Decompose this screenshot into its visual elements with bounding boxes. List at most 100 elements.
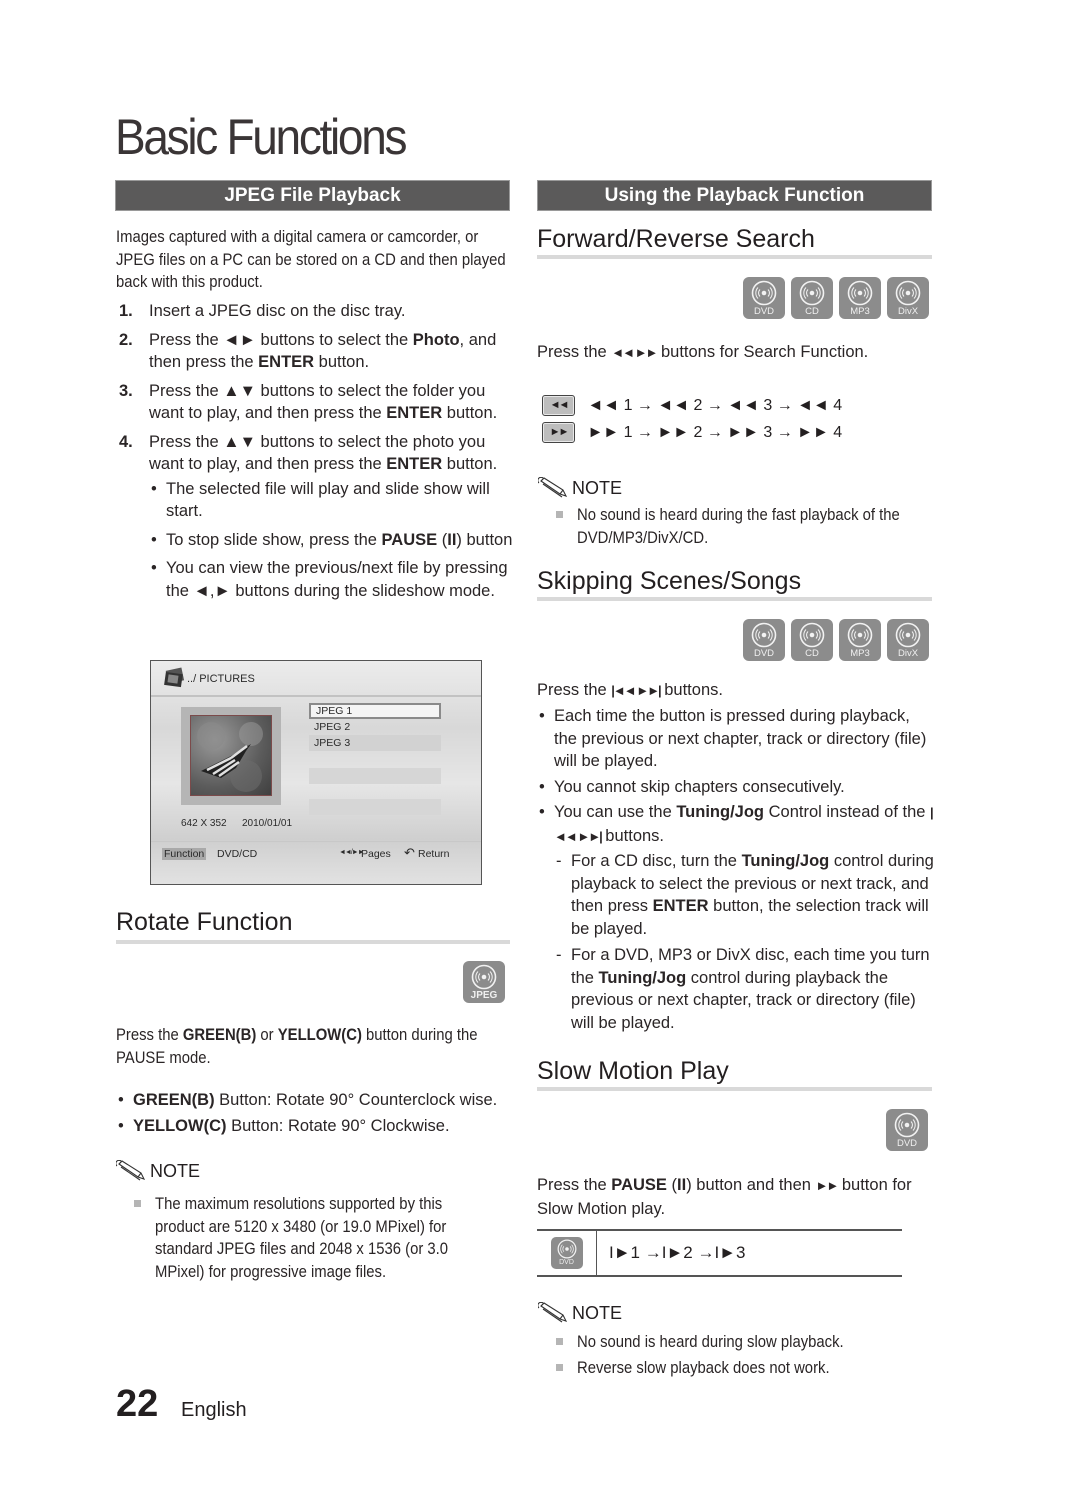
note-item: The maximum resolutions supported by thi… bbox=[132, 1193, 482, 1283]
step-number: 4. bbox=[119, 432, 133, 451]
skip-dashes: For a CD disc, turn the Tuning/Jog contr… bbox=[554, 850, 935, 1034]
slow-speed-table: DVD I►1 →I►2 →I►3 bbox=[537, 1229, 902, 1277]
file-item[interactable]: JPEG 2 bbox=[309, 719, 441, 735]
note-text: The maximum resolutions supported by thi… bbox=[155, 1195, 449, 1281]
fast-forward-icon: ►► bbox=[815, 1178, 840, 1193]
rotate-notes: The maximum resolutions supported by thi… bbox=[132, 1193, 482, 1283]
rotate-heading: Rotate Function bbox=[116, 908, 293, 936]
search-disc-badges: DVD CD MP3 DivX bbox=[700, 277, 929, 319]
disc-icon bbox=[799, 622, 825, 648]
search-buttons-icon: ◄◄ ►► bbox=[611, 345, 658, 360]
badge-label: MP3 bbox=[850, 648, 870, 659]
note-text: No sound is heard during the fast playba… bbox=[577, 506, 900, 547]
rotate-intro-text: Press the GREEN(B) or YELLOW(C) button d… bbox=[116, 1024, 512, 1069]
return-label[interactable]: Return bbox=[418, 848, 450, 860]
text: Press the bbox=[537, 681, 612, 699]
slow-speed-sequence: I►1 →I►2 →I►3 bbox=[609, 1243, 746, 1262]
bullet-item: The selected file will play and slide sh… bbox=[149, 478, 516, 523]
source-label: DVD/CD bbox=[217, 848, 258, 860]
skip-buttons-icon: |◄◄ ►►| bbox=[611, 683, 661, 698]
dvd-badge: DVD bbox=[743, 619, 785, 661]
bullet-text: You can use the bbox=[554, 803, 677, 821]
bullet-text: Button: Rotate 90° Counterclock wise. bbox=[214, 1091, 498, 1109]
disc-icon bbox=[557, 1239, 577, 1259]
dvd-badge: DVD bbox=[743, 277, 785, 319]
badge-label: DivX bbox=[897, 648, 919, 659]
bullet-text: To stop slide show, press the bbox=[166, 530, 382, 549]
heading-rule bbox=[537, 1087, 932, 1091]
dash-bold: Tuning/Jog bbox=[741, 852, 830, 870]
text: Press the bbox=[537, 343, 612, 361]
step-text: button. bbox=[442, 455, 498, 473]
badge-label: DVD bbox=[753, 648, 775, 659]
badge-label: DVD bbox=[559, 1259, 574, 1266]
image-date: 2010/01/01 bbox=[242, 818, 293, 829]
disc-icon bbox=[751, 280, 777, 306]
note-item: No sound is heard during slow playback. bbox=[554, 1331, 934, 1354]
note-item: Reverse slow playback does not work. bbox=[554, 1357, 934, 1380]
cd-badge: CD bbox=[791, 619, 833, 661]
step-bold: ENTER bbox=[386, 455, 443, 473]
disc-icon bbox=[894, 1112, 920, 1138]
pages-label[interactable]: Pages bbox=[361, 848, 391, 860]
bullet-item: You cannot skip chapters consecutively. bbox=[537, 776, 935, 799]
step-item: 2. Press the ◄► buttons to select the Pho… bbox=[116, 329, 516, 374]
page-title: Basic Functions bbox=[115, 109, 408, 165]
badge-label: JPEG bbox=[470, 990, 498, 1001]
search-row-reverse: ◄◄ ◄◄ 1 → ◄◄ 2 → ◄◄ 3 → ◄◄ 4 bbox=[542, 395, 842, 416]
yellow-c-label: YELLOW(C) bbox=[277, 1026, 362, 1044]
pencil-note-icon bbox=[116, 1160, 148, 1182]
step-number: 2. bbox=[119, 330, 133, 349]
bullet-text: Each time the button is pressed during p… bbox=[554, 707, 927, 770]
disc-icon bbox=[799, 280, 825, 306]
search-heading: Forward/Reverse Search bbox=[537, 225, 815, 253]
function-button[interactable]: Function bbox=[162, 848, 207, 860]
step-text: button. bbox=[314, 353, 370, 371]
note-label: NOTE bbox=[572, 1303, 623, 1323]
green-b-label: GREEN(B) bbox=[182, 1026, 257, 1044]
bullet-text: Control instead of the bbox=[764, 803, 931, 821]
bullet-bold: Tuning/Jog bbox=[676, 803, 765, 821]
bullet-bold: GREEN(B) bbox=[133, 1091, 215, 1109]
step-text: Press the ◄► buttons to select the bbox=[149, 330, 413, 349]
skip-disc-badges: DVD CD MP3 DivX bbox=[700, 619, 929, 661]
skip-bullets: Each time the button is pressed during p… bbox=[537, 705, 935, 1034]
text: or bbox=[256, 1026, 278, 1044]
slow-table-icon-cell: DVD bbox=[537, 1231, 597, 1275]
pictures-folder-icon bbox=[163, 667, 187, 689]
bullet-item: Each time the button is pressed during p… bbox=[537, 705, 935, 773]
page-language: English bbox=[181, 1399, 247, 1421]
text: buttons for Search Function. bbox=[656, 343, 869, 361]
step-text: Insert a JPEG disc on the disc tray. bbox=[149, 302, 406, 320]
note-label: NOTE bbox=[572, 478, 623, 498]
jpeg-intro-text: Images captured with a digital camera or… bbox=[116, 228, 506, 291]
dvd-badge-small: DVD bbox=[550, 1237, 583, 1269]
divx-badge: DivX bbox=[887, 619, 929, 661]
pencil-note-icon bbox=[538, 477, 570, 499]
badge-label: CD bbox=[805, 306, 819, 317]
empty-file-slot bbox=[309, 799, 441, 815]
search-instruction: Press the ◄◄ ►► buttons for Search Funct… bbox=[537, 341, 868, 365]
step-number: 3. bbox=[119, 381, 133, 400]
file-item[interactable]: JPEG 3 bbox=[309, 735, 441, 751]
badge-label: DVD bbox=[896, 1138, 918, 1149]
note-text: Reverse slow playback does not work. bbox=[577, 1358, 830, 1377]
heading-rule bbox=[537, 255, 932, 259]
skip-heading: Skipping Scenes/Songs bbox=[537, 567, 802, 595]
rotate-bullets: GREEN(B) Button: Rotate 90° Counterclock… bbox=[116, 1089, 516, 1137]
step-text: button. bbox=[442, 404, 498, 422]
file-item-selected[interactable]: JPEG 1 bbox=[309, 703, 441, 719]
rotate-intro: Press the GREEN(B) or YELLOW(C) button d… bbox=[116, 1024, 516, 1069]
heading-rule bbox=[537, 597, 932, 601]
bullet-text: You cannot skip chapters consecutively. bbox=[554, 777, 845, 796]
rewind-key-icon: ◄◄ bbox=[542, 395, 575, 416]
bullet-item: YELLOW(C) Button: Rotate 90° Clockwise. bbox=[116, 1115, 516, 1138]
pause-glyph: II bbox=[677, 1176, 687, 1194]
page-number: 22 bbox=[116, 1383, 159, 1425]
step-item: 1. Insert a JPEG disc on the disc tray. bbox=[116, 300, 516, 323]
pages-icon: ◄◄/►► bbox=[339, 849, 365, 856]
bullet-text: You can view the previous/next file by p… bbox=[166, 559, 508, 600]
dash-item: For a DVD, MP3 or DivX disc, each time y… bbox=[554, 944, 935, 1034]
dvd-badge: DVD bbox=[886, 1109, 928, 1151]
slow-disc-badge: DVD bbox=[886, 1109, 928, 1151]
